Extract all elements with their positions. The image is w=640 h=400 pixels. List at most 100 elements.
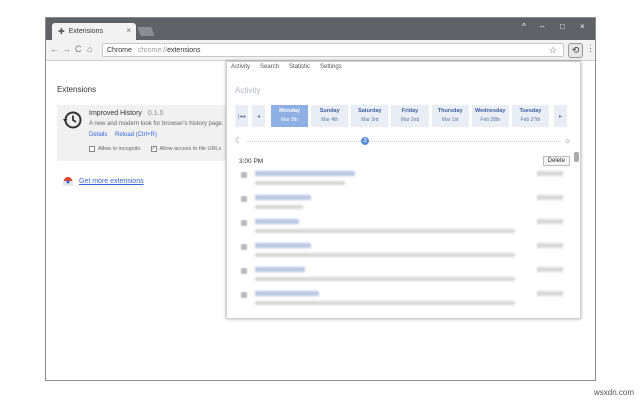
toolbar: ← → C ⌂ Chrome chrome://extensions ☆ ⟲ ⋮ [46, 40, 595, 61]
delete-button[interactable]: Delete [542, 156, 570, 166]
home-button[interactable]: ⌂ [87, 44, 92, 54]
maximize-button[interactable]: □ [560, 22, 565, 31]
history-icon [63, 111, 82, 129]
bookmark-star-icon[interactable]: ☆ [549, 45, 557, 56]
entry-title-blurred [255, 195, 311, 200]
page-title: Extensions [57, 85, 97, 94]
entry-title-blurred [255, 267, 305, 272]
day-button[interactable]: Monday Mar 5th [271, 105, 309, 127]
close-window-button[interactable]: × [580, 22, 585, 31]
popup-tabs: Activity Search Statistic Settings [231, 64, 352, 70]
tab-activity[interactable]: Activity [231, 64, 250, 70]
day-date: Mar 2nd [400, 117, 420, 123]
prev-day-button[interactable]: ◂ [252, 105, 265, 127]
entry-time-blurred [537, 219, 563, 224]
entry-time-blurred [537, 171, 563, 176]
improved-history-extension-icon[interactable]: ⟲ [568, 43, 583, 58]
entry-url-blurred [255, 205, 303, 209]
day-name: Saturday [358, 108, 382, 114]
get-more-extensions-label: Get more extensions [79, 177, 144, 185]
tab-extensions[interactable]: ✚ Extensions × [52, 23, 136, 40]
day-date: Mar 1st [441, 117, 459, 123]
extension-card: Improved History 0.1.0 A new and modern l… [57, 105, 227, 161]
day-button[interactable]: Saturday Mar 3rd [351, 105, 389, 127]
favicon [241, 292, 247, 298]
entry-url-blurred [255, 181, 345, 185]
timeline-track [247, 141, 559, 142]
tab-search[interactable]: Search [260, 64, 279, 70]
extension-version: 0.1.0 [147, 110, 164, 117]
day-name: Friday [401, 108, 419, 114]
extension-links: Details Reload (Ctrl+R) [89, 132, 163, 138]
day-button[interactable]: Tuesday Feb 27th [511, 105, 549, 127]
entry-url-blurred [255, 301, 515, 305]
entry-time-blurred [537, 267, 563, 272]
extension-description: A new and modern look for browser's hist… [89, 121, 224, 127]
watermark: wsxdn.com [593, 388, 634, 397]
extension-options: Allow in incognito ✓ Allow access to fil… [89, 146, 221, 152]
get-more-extensions-link[interactable]: Get more extensions [63, 176, 144, 186]
new-tab-button[interactable] [137, 27, 155, 36]
forward-button[interactable]: → [62, 44, 71, 54]
day-button[interactable]: Thursday Mar 1st [431, 105, 469, 127]
entry-title-blurred [255, 243, 311, 248]
day-date: Mar 4th [321, 117, 339, 123]
sun-icon: ☼ [563, 136, 571, 145]
entry-title-blurred [255, 291, 319, 296]
incognito-checkbox[interactable] [89, 146, 95, 152]
url-scheme: chrome:// [137, 46, 168, 54]
day-name: Thursday [437, 108, 463, 114]
history-entry[interactable] [241, 218, 563, 242]
day-selector: |◂◂ ◂ Monday Mar 5th Sunday Mar 4th Saturd… [235, 105, 571, 127]
tab-title: Extensions [68, 28, 103, 35]
incognito-label: Allow in incognito [98, 146, 141, 152]
day-name: Wednesday [475, 108, 506, 114]
history-entries [241, 170, 563, 314]
favicon [241, 268, 247, 274]
time-group-label: 3:00 PM [239, 158, 264, 165]
address-bar[interactable]: Chrome chrome://extensions ☆ [102, 43, 564, 57]
favicon [241, 172, 247, 178]
extension-popup: Activity Search Statistic Settings Activ… [226, 61, 581, 319]
url-path: extensions [167, 46, 201, 54]
day-button[interactable]: Friday Mar 2nd [391, 105, 429, 127]
day-date: Mar 5th [281, 117, 299, 123]
extension-name: Improved History [89, 110, 142, 117]
selected-hour-marker[interactable]: 3 [361, 137, 369, 145]
puzzle-icon: ✚ [58, 27, 65, 36]
next-day-button[interactable]: ▸ [553, 105, 567, 127]
day-date: Mar 3rd [361, 117, 379, 123]
reload-button[interactable]: C [75, 44, 82, 54]
back-button[interactable]: ← [50, 44, 59, 54]
entry-title-blurred [255, 219, 299, 224]
favicon [241, 196, 247, 202]
history-entry[interactable] [241, 170, 563, 194]
first-day-button[interactable]: |◂◂ [235, 105, 248, 127]
day-name: Sunday [319, 108, 340, 114]
file-urls-label: Allow access to file URLs [159, 146, 222, 152]
profile-chevron-icon[interactable]: ^ [522, 22, 526, 31]
popup-scrollbar[interactable] [574, 152, 579, 162]
history-entry[interactable] [241, 266, 563, 290]
entry-time-blurred [537, 243, 563, 248]
tab-statistic[interactable]: Statistic [289, 64, 310, 70]
chrome-secure-label: Chrome [107, 46, 132, 54]
tab-settings[interactable]: Settings [320, 64, 342, 70]
day-button[interactable]: Sunday Mar 4th [311, 105, 349, 127]
history-entry[interactable] [241, 242, 563, 266]
extension-name-row: Improved History 0.1.0 [89, 110, 163, 117]
day-button[interactable]: Wednesday Feb 28th [471, 105, 509, 127]
entry-url-blurred [255, 229, 515, 233]
file-urls-checkbox[interactable]: ✓ [150, 146, 157, 152]
menu-icon[interactable]: ⋮ [586, 43, 595, 54]
history-entry[interactable] [241, 194, 563, 218]
details-link[interactable]: Details [89, 132, 107, 138]
tab-close-icon[interactable]: × [126, 26, 131, 35]
favicon [241, 220, 247, 226]
hour-timeline: ☾ 3 ☼ [235, 136, 571, 146]
favicon [241, 244, 247, 250]
minimize-button[interactable]: – [540, 22, 544, 31]
webstore-icon [63, 177, 73, 186]
history-entry[interactable] [241, 290, 563, 314]
reload-link[interactable]: Reload (Ctrl+R) [115, 132, 157, 138]
